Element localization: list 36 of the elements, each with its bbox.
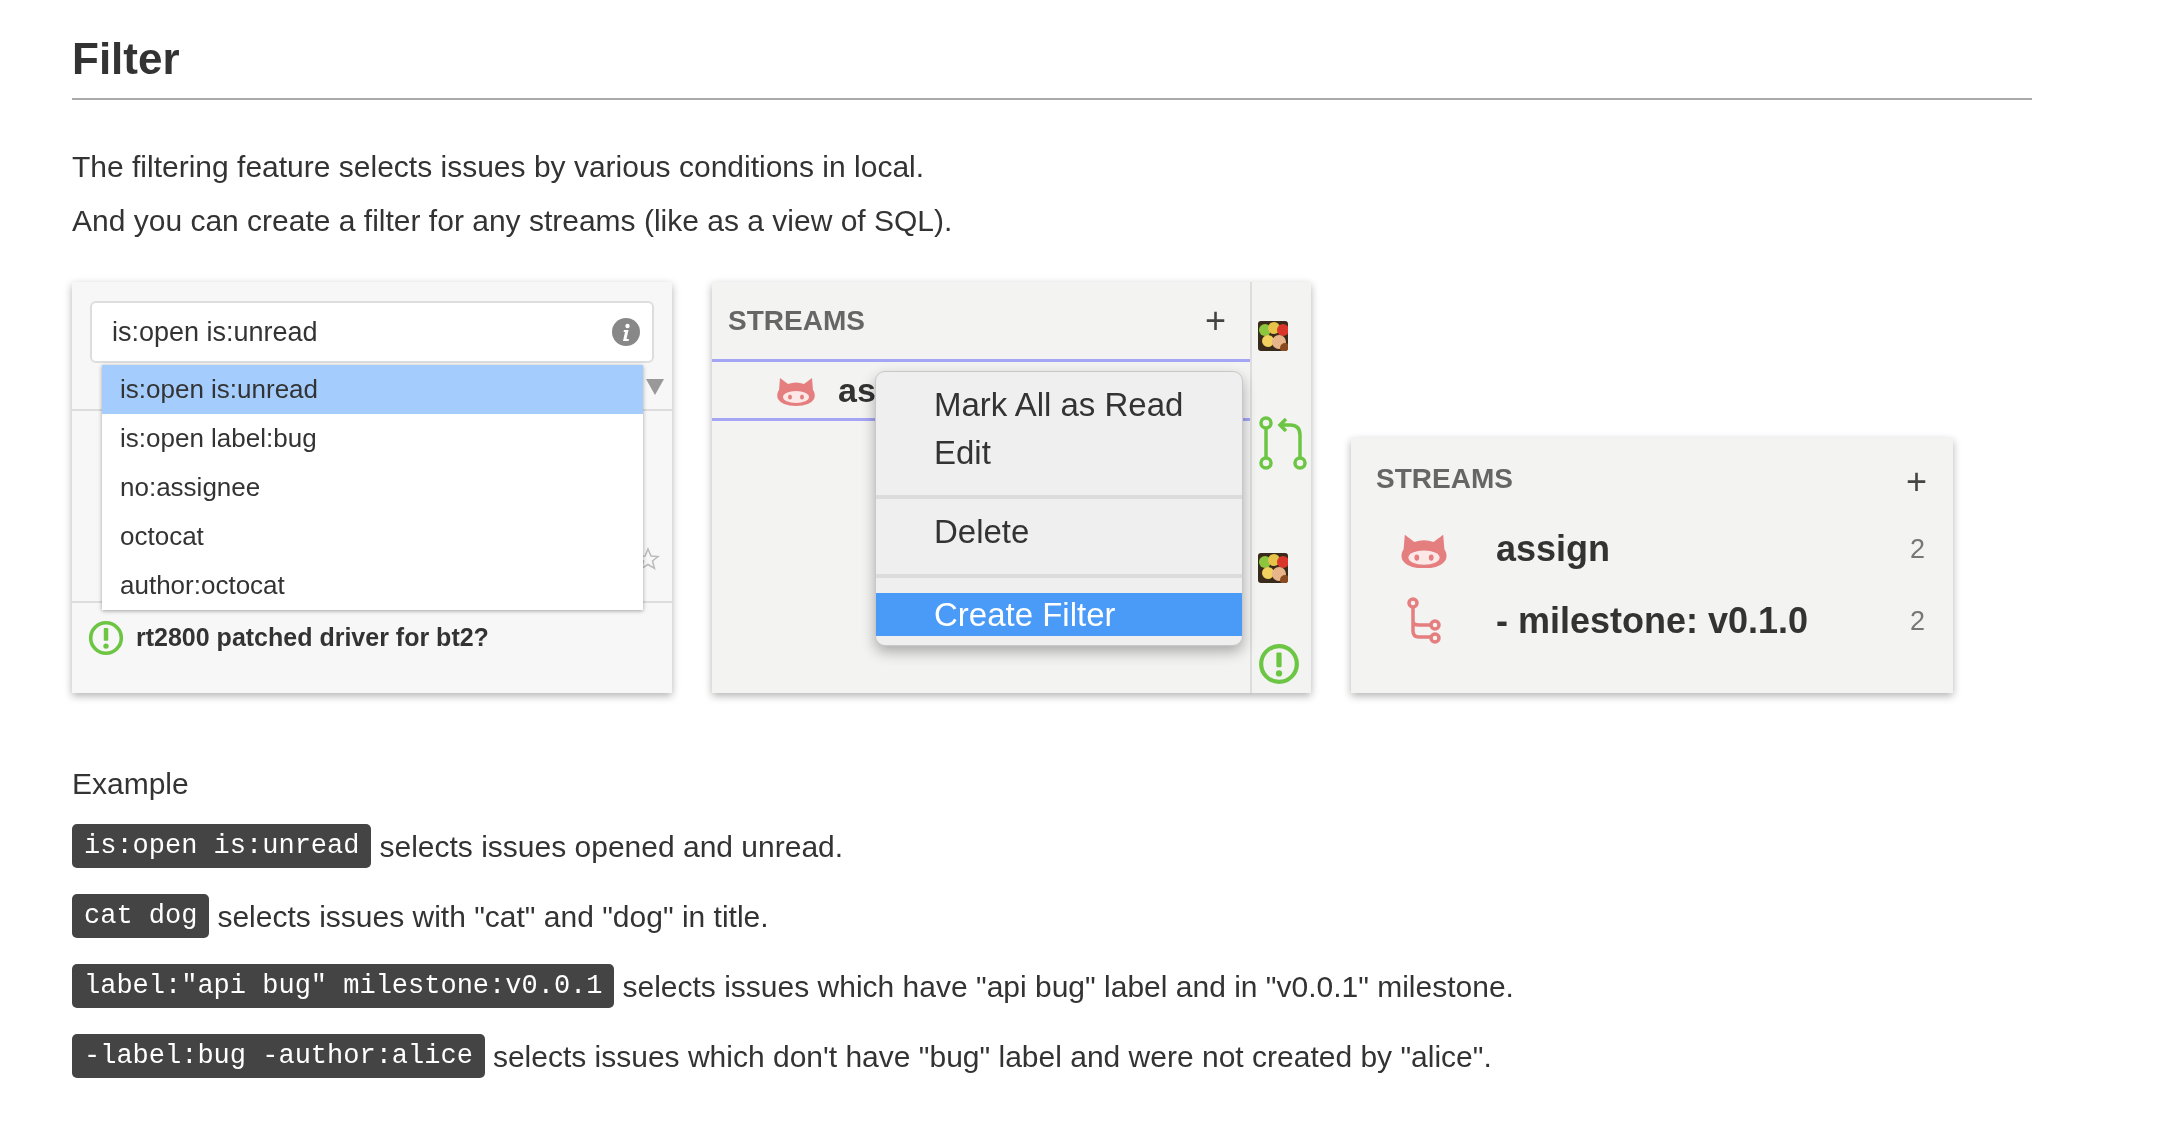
example-description: selects issues which don't have "bug" label and were not created by "alice". [492, 1038, 1492, 1075]
branch-icon [1406, 597, 1441, 645]
add-button[interactable]: + [1905, 464, 1927, 500]
code-snippet: label:"api bug" milestone:v0.0.1 [72, 964, 615, 1008]
add-button[interactable]: + [1204, 302, 1226, 339]
suggestion-item[interactable]: no:assignee [102, 463, 643, 512]
intro-text: And you can create a filter for any streams (like as a view of SQL). [72, 203, 954, 239]
menu-item[interactable]: Mark All as Read [876, 381, 1242, 429]
menu-item[interactable]: Edit [876, 429, 1242, 477]
stream-row[interactable]: assign 2 [1351, 513, 1953, 585]
issue-icon [88, 620, 124, 656]
merge-icon [1258, 415, 1308, 471]
caret-icon [646, 379, 664, 395]
example-description: selects issues opened and unread. [379, 828, 844, 865]
streams-header: STREAMS [728, 303, 865, 338]
filter-field[interactable]: is:open is:unread [90, 301, 654, 363]
suggestion-item[interactable]: octocat [102, 512, 643, 561]
info-icon [612, 318, 640, 346]
code-snippet: -label:bug -author:alice [72, 1034, 485, 1078]
issue-title: rt2800 patched driver for bt2? [136, 622, 489, 654]
issue-icon [1258, 643, 1300, 685]
example-heading: Example [72, 766, 190, 802]
stream-count: 2 [1909, 532, 1925, 566]
intro-text: The filtering feature selects issues by various conditions in local. [72, 149, 926, 185]
example-description: selects issues which have "api bug" label and in "v0.0.1" milestone. [622, 968, 1514, 1005]
stream-count: 2 [1909, 604, 1925, 638]
suggestion-item[interactable]: is:open is:unread [102, 365, 643, 414]
page-heading: Filter [72, 34, 2032, 100]
code-snippet: is:open is:unread [72, 824, 372, 868]
suggestion-item[interactable]: is:open label:bug [102, 414, 643, 463]
example-description: selects issues with "cat" and "dog" in title. [217, 898, 769, 935]
streams-header: STREAMS [1376, 462, 1513, 496]
stream-row[interactable]: - milestone: v0.1.0 2 [1351, 585, 1953, 657]
suggestion-item[interactable]: author:octocat [102, 561, 643, 610]
menu-item[interactable]: Delete [876, 508, 1242, 556]
code-snippet: cat dog [72, 894, 210, 938]
